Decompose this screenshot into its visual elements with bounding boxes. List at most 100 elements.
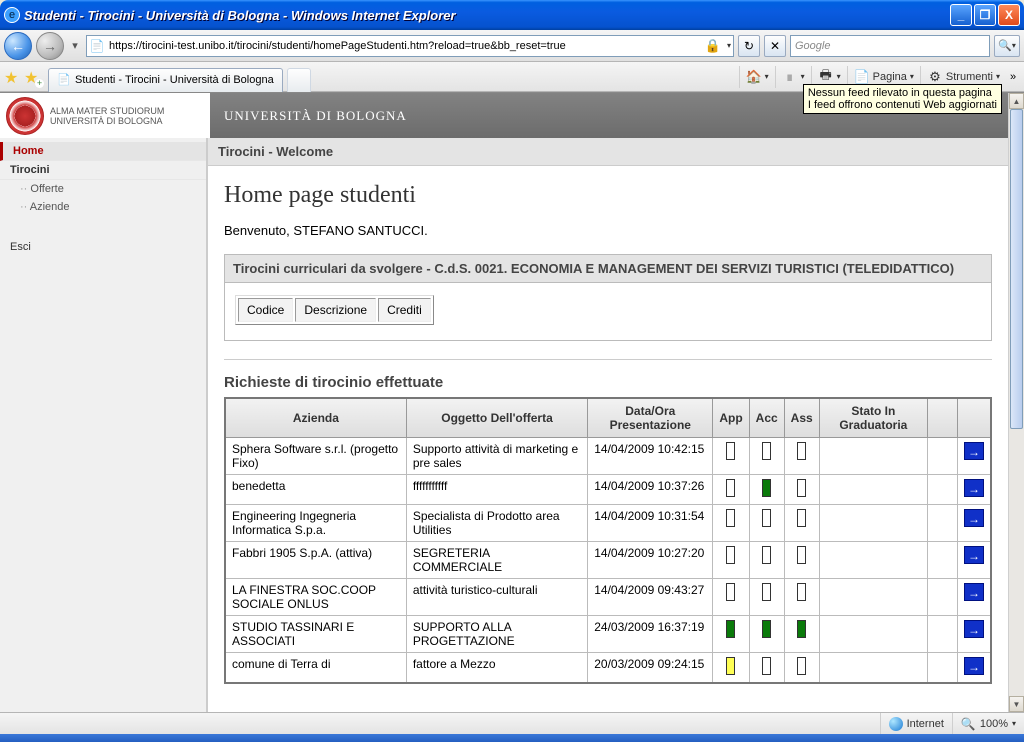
recent-pages-dropdown[interactable]: ▾: [68, 32, 82, 60]
status-indicator: [726, 620, 735, 638]
th-ass[interactable]: Ass: [784, 398, 819, 438]
page-title: Home page studenti: [224, 182, 992, 209]
detail-arrow-button[interactable]: →: [964, 546, 984, 564]
lock-icon: 🔒: [705, 38, 721, 54]
status-indicator: [762, 509, 771, 527]
cell-data: 14/04/2009 10:31:54: [588, 505, 713, 542]
cell-spacer: [928, 542, 958, 579]
search-button[interactable]: 🔍▾: [994, 35, 1020, 57]
address-dropdown[interactable]: ▾: [727, 41, 731, 50]
th-azienda[interactable]: Azienda: [225, 398, 406, 438]
forward-button[interactable]: →: [36, 32, 64, 60]
window-close-button[interactable]: X: [998, 4, 1020, 26]
globe-icon: [889, 717, 903, 731]
breadcrumb: Tirocini - Welcome: [208, 138, 1008, 166]
detail-arrow-button[interactable]: →: [964, 509, 984, 527]
cell-acc: [749, 616, 784, 653]
status-indicator: [762, 583, 771, 601]
search-box[interactable]: Google: [790, 35, 990, 57]
back-button[interactable]: ←: [4, 32, 32, 60]
refresh-button[interactable]: ↻: [738, 35, 760, 57]
nav-aziende[interactable]: Aziende: [0, 198, 206, 216]
th-data[interactable]: Data/Ora Presentazione: [588, 398, 713, 438]
logo-block[interactable]: ALMA MATER STUDIORUM UNIVERSITÀ DI BOLOG…: [0, 93, 210, 138]
address-input[interactable]: [109, 37, 699, 55]
divider: [224, 359, 992, 360]
stop-button[interactable]: ✕: [764, 35, 786, 57]
status-indicator: [726, 509, 735, 527]
cell-oggetto: fffffffffff: [406, 475, 587, 505]
cell-spacer: [928, 579, 958, 616]
cell-ass: [784, 542, 819, 579]
cell-action: →: [958, 616, 992, 653]
status-indicator: [797, 509, 806, 527]
gear-icon: ⚙: [927, 69, 943, 85]
status-indicator: [726, 442, 735, 460]
vertical-scrollbar[interactable]: ▲ ▼: [1008, 93, 1024, 712]
scroll-up-button[interactable]: ▲: [1009, 93, 1024, 109]
detail-arrow-button[interactable]: →: [964, 620, 984, 638]
tab-label: Studenti - Tirocini - Università di Bolo…: [75, 74, 274, 86]
window-minimize-button[interactable]: _: [950, 4, 972, 26]
status-zone: Internet: [880, 713, 952, 734]
cell-azienda: LA FINESTRA SOC.COOP SOCIALE ONLUS: [225, 579, 406, 616]
zoom-value: 100%: [980, 718, 1008, 730]
cell-data: 14/04/2009 10:27:20: [588, 542, 713, 579]
new-tab-button[interactable]: [287, 68, 311, 92]
curriculari-panel: Tirocini curriculari da svolgere - C.d.S…: [224, 254, 992, 341]
table-row: Sphera Software s.r.l. (progetto Fixo)Su…: [225, 438, 991, 475]
cell-app: [713, 505, 749, 542]
tools-menu-label: Strumenti: [946, 71, 993, 83]
status-indicator: [762, 442, 771, 460]
cell-spacer: [928, 616, 958, 653]
toolbar-overflow[interactable]: »: [1006, 71, 1020, 83]
nav-home[interactable]: Home: [0, 142, 206, 161]
add-favorites-button[interactable]: ★: [24, 68, 42, 86]
table-row: benedettafffffffffff14/04/2009 10:37:26→: [225, 475, 991, 505]
home-icon: 🏠: [746, 69, 762, 85]
cell-ass: [784, 475, 819, 505]
cell-app: [713, 438, 749, 475]
curriculari-table: Codice Descrizione Crediti: [235, 295, 434, 325]
th-acc[interactable]: Acc: [749, 398, 784, 438]
detail-arrow-button[interactable]: →: [964, 479, 984, 497]
feeds-tooltip: Nessun feed rilevato in questa pagina I …: [803, 84, 1002, 114]
cell-spacer: [928, 653, 958, 684]
zoom-control[interactable]: 🔍 100% ▾: [952, 713, 1024, 734]
university-seal-icon: [6, 97, 44, 135]
home-button[interactable]: 🏠▾: [739, 66, 775, 88]
window-maximize-button[interactable]: ❐: [974, 4, 996, 26]
panel-title: Tirocini curriculari da svolgere - C.d.S…: [225, 255, 991, 283]
cell-azienda: Sphera Software s.r.l. (progetto Fixo): [225, 438, 406, 475]
nav-tirocini[interactable]: Tirocini: [0, 161, 206, 180]
scroll-track[interactable]: [1009, 109, 1024, 696]
cell-stato: [819, 475, 927, 505]
page-menu-label: Pagina: [873, 71, 907, 83]
cell-ass: [784, 616, 819, 653]
th-oggetto[interactable]: Oggetto Dell'offerta: [406, 398, 587, 438]
table-row: STUDIO TASSINARI E ASSOCIATISUPPORTO ALL…: [225, 616, 991, 653]
cell-app: [713, 616, 749, 653]
scroll-down-button[interactable]: ▼: [1009, 696, 1024, 712]
browser-tab[interactable]: 📄 Studenti - Tirocini - Università di Bo…: [48, 68, 283, 92]
scroll-thumb[interactable]: [1010, 109, 1023, 429]
th-app[interactable]: App: [713, 398, 749, 438]
status-indicator: [797, 546, 806, 564]
table-row: Engineering Ingegneria Informatica S.p.a…: [225, 505, 991, 542]
col-codice: Codice: [238, 298, 293, 322]
detail-arrow-button[interactable]: →: [964, 442, 984, 460]
cell-data: 14/04/2009 10:42:15: [588, 438, 713, 475]
favorites-center-button[interactable]: ★: [4, 68, 22, 86]
th-stato[interactable]: Stato In Graduatoria: [819, 398, 927, 438]
nav-esci[interactable]: Esci: [0, 238, 206, 256]
status-indicator: [797, 583, 806, 601]
cell-azienda: benedetta: [225, 475, 406, 505]
print-icon: 🖶: [818, 69, 834, 85]
detail-arrow-button[interactable]: →: [964, 657, 984, 675]
detail-arrow-button[interactable]: →: [964, 583, 984, 601]
cell-action: →: [958, 475, 992, 505]
address-bar[interactable]: 📄 🔒 ▾: [86, 35, 734, 57]
cell-acc: [749, 542, 784, 579]
nav-offerte[interactable]: Offerte: [0, 180, 206, 198]
cell-acc: [749, 475, 784, 505]
